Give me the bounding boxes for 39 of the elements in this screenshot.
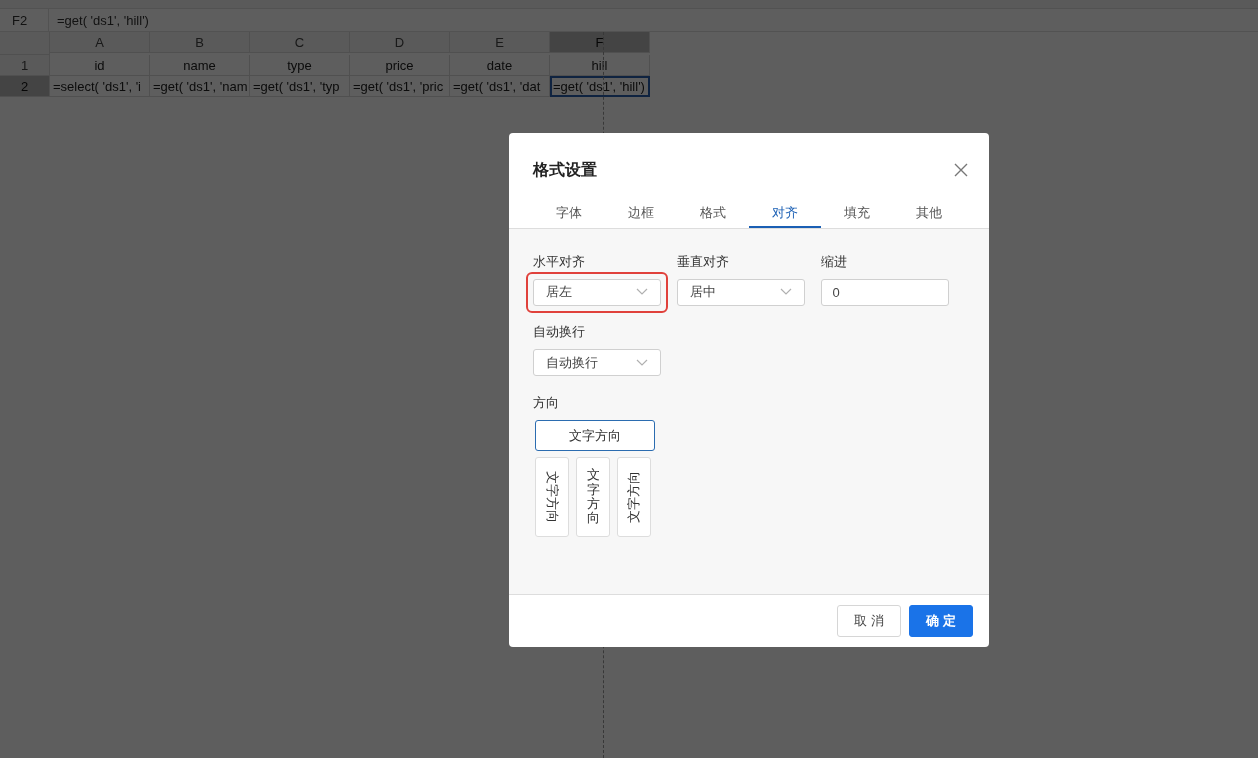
table-cell: price (350, 55, 450, 76)
field-label: 水平对齐 (533, 253, 586, 271)
input-field[interactable]: 0 (820, 278, 949, 306)
field-label: 垂直对齐 (677, 253, 730, 271)
table-cell: =get( 'ds1', 'typ (250, 76, 350, 97)
dropdown[interactable]: 居左 (532, 278, 661, 306)
tab[interactable]: 其他 (893, 200, 965, 228)
dropdown[interactable]: 居中 (676, 278, 805, 306)
tab[interactable]: 边框 (605, 200, 677, 228)
chevron-down-icon (636, 358, 648, 367)
field-label: 方向 (533, 394, 560, 412)
close-button[interactable] (953, 162, 969, 178)
text-direction-option[interactable]: 文字方向 (535, 457, 569, 537)
table-cell: =get( 'ds1', 'pric (350, 76, 450, 97)
table-cell: id (50, 55, 150, 76)
dialog-title: 格式设置 (533, 159, 597, 180)
tab[interactable]: 填充 (821, 200, 893, 228)
table-cell: =select( 'ds1', 'i (50, 76, 150, 97)
dropdown[interactable]: 自动换行 (533, 349, 661, 376)
text-direction-option[interactable]: 文字方向 (535, 420, 655, 451)
cell-reference: F2 (0, 9, 49, 31)
tab[interactable]: 字体 (533, 200, 605, 228)
table-cell: =get( 'ds1', 'hill') (550, 76, 650, 97)
text-direction-option[interactable]: 文字方向 (617, 457, 651, 537)
cancel-button[interactable]: 取 消 (837, 605, 901, 637)
table-cell: type (250, 55, 350, 76)
field-label: 缩进 (821, 253, 848, 271)
formula-text: =get( 'ds1', 'hill') (56, 12, 149, 28)
field-label: 自动换行 (533, 323, 586, 341)
table-cell: =get( 'ds1', 'dat (450, 76, 550, 97)
table-cell: =get( 'ds1', 'nam (150, 76, 250, 97)
table-cell: date (450, 55, 550, 76)
chevron-down-icon (635, 288, 648, 296)
table-cell: name (150, 55, 250, 76)
text-direction-option[interactable]: 文字方向 (576, 457, 610, 537)
tab[interactable]: 格式 (677, 200, 749, 228)
close-icon (953, 162, 969, 178)
confirm-button[interactable]: 确 定 (909, 605, 973, 637)
chevron-down-icon (779, 288, 792, 296)
